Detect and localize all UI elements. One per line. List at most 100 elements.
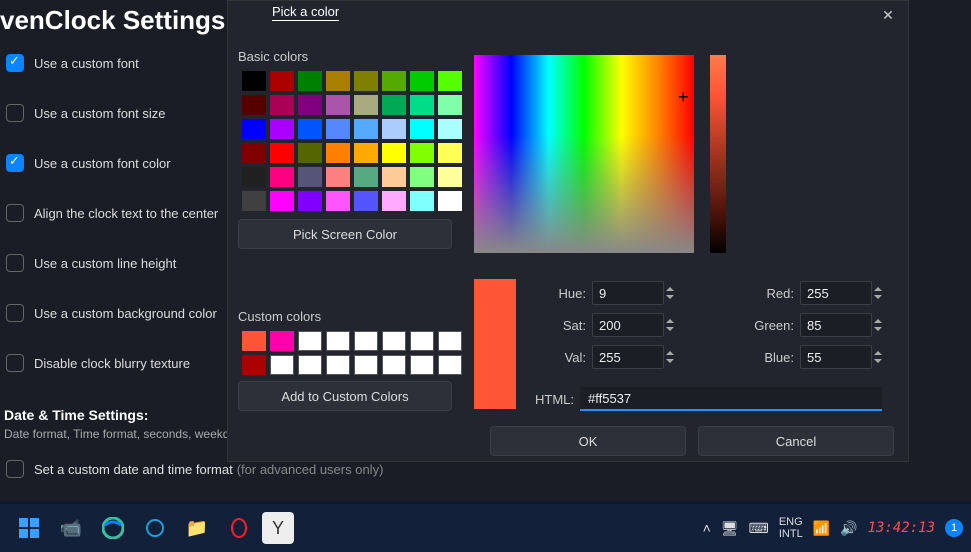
color-swatch[interactable] bbox=[298, 143, 322, 163]
custom-swatch[interactable] bbox=[382, 331, 406, 351]
color-swatch[interactable] bbox=[242, 167, 266, 187]
color-swatch[interactable] bbox=[242, 191, 266, 211]
color-swatch[interactable] bbox=[242, 95, 266, 115]
hue-spinner[interactable] bbox=[666, 281, 680, 305]
color-swatch[interactable] bbox=[438, 143, 462, 163]
sat-spinner[interactable] bbox=[666, 313, 680, 337]
color-swatch[interactable] bbox=[270, 167, 294, 187]
html-input[interactable] bbox=[580, 387, 882, 411]
color-swatch[interactable] bbox=[382, 119, 406, 139]
custom-swatch[interactable] bbox=[270, 355, 294, 375]
clock-display[interactable]: 13:42:13 bbox=[868, 520, 935, 536]
color-swatch[interactable] bbox=[410, 119, 434, 139]
custom-swatch[interactable] bbox=[354, 331, 378, 351]
val-input[interactable] bbox=[592, 345, 664, 369]
color-swatch[interactable] bbox=[382, 95, 406, 115]
color-swatch[interactable] bbox=[298, 71, 322, 91]
color-swatch[interactable] bbox=[326, 191, 350, 211]
color-swatch[interactable] bbox=[326, 143, 350, 163]
tray-chevron-icon[interactable]: ˄ bbox=[703, 520, 711, 536]
custom-swatch[interactable] bbox=[270, 331, 294, 351]
close-button[interactable]: ✕ bbox=[868, 1, 908, 29]
option-checkbox[interactable] bbox=[6, 104, 24, 122]
custom-swatch[interactable] bbox=[410, 331, 434, 351]
option-checkbox[interactable] bbox=[6, 254, 24, 272]
saturation-value-picker[interactable]: + bbox=[474, 55, 694, 253]
color-swatch[interactable] bbox=[410, 191, 434, 211]
add-to-custom-button[interactable]: Add to Custom Colors bbox=[238, 381, 452, 411]
red-spinner[interactable] bbox=[874, 281, 888, 305]
color-swatch[interactable] bbox=[354, 191, 378, 211]
color-swatch[interactable] bbox=[354, 95, 378, 115]
notification-badge[interactable]: 1 bbox=[945, 519, 963, 537]
keyboard-icon[interactable]: ⌨ bbox=[749, 520, 769, 537]
color-swatch[interactable] bbox=[382, 167, 406, 187]
hue-input[interactable] bbox=[592, 281, 664, 305]
color-swatch[interactable] bbox=[242, 119, 266, 139]
green-spinner[interactable] bbox=[874, 313, 888, 337]
color-swatch[interactable] bbox=[270, 191, 294, 211]
val-spinner[interactable] bbox=[666, 345, 680, 369]
color-swatch[interactable] bbox=[382, 143, 406, 163]
red-input[interactable] bbox=[800, 281, 872, 305]
pick-screen-color-button[interactable]: Pick Screen Color bbox=[238, 219, 452, 249]
option-checkbox[interactable] bbox=[6, 204, 24, 222]
color-swatch[interactable] bbox=[270, 95, 294, 115]
volume-icon[interactable]: 🔊 bbox=[840, 520, 857, 537]
custom-swatch[interactable] bbox=[242, 331, 266, 351]
color-swatch[interactable] bbox=[326, 119, 350, 139]
custom-swatch[interactable] bbox=[298, 355, 322, 375]
custom-swatch[interactable] bbox=[410, 355, 434, 375]
option-checkbox[interactable] bbox=[6, 54, 24, 72]
drive-icon[interactable]: 🖥 bbox=[721, 520, 739, 537]
color-swatch[interactable] bbox=[354, 71, 378, 91]
color-swatch[interactable] bbox=[326, 95, 350, 115]
option-checkbox[interactable] bbox=[6, 354, 24, 372]
color-swatch[interactable] bbox=[438, 191, 462, 211]
custom-swatch[interactable] bbox=[438, 331, 462, 351]
color-swatch[interactable] bbox=[298, 167, 322, 187]
color-swatch[interactable] bbox=[438, 119, 462, 139]
color-swatch[interactable] bbox=[354, 167, 378, 187]
custom-swatch[interactable] bbox=[382, 355, 406, 375]
color-swatch[interactable] bbox=[326, 167, 350, 187]
color-swatch[interactable] bbox=[410, 71, 434, 91]
app-icon[interactable]: Y bbox=[262, 512, 294, 544]
blue-spinner[interactable] bbox=[874, 345, 888, 369]
color-swatch[interactable] bbox=[410, 143, 434, 163]
color-swatch[interactable] bbox=[410, 95, 434, 115]
color-swatch[interactable] bbox=[326, 71, 350, 91]
ok-button[interactable]: OK bbox=[490, 426, 686, 456]
custom-swatch[interactable] bbox=[438, 355, 462, 375]
color-swatch[interactable] bbox=[382, 71, 406, 91]
color-swatch[interactable] bbox=[270, 119, 294, 139]
advanced-checkbox[interactable] bbox=[6, 460, 24, 478]
color-swatch[interactable] bbox=[438, 167, 462, 187]
color-swatch[interactable] bbox=[354, 119, 378, 139]
start-button[interactable] bbox=[10, 509, 48, 547]
opera-icon[interactable] bbox=[220, 509, 258, 547]
color-swatch[interactable] bbox=[242, 71, 266, 91]
custom-swatch[interactable] bbox=[326, 355, 350, 375]
color-swatch[interactable] bbox=[410, 167, 434, 187]
color-swatch[interactable] bbox=[270, 143, 294, 163]
custom-swatch[interactable] bbox=[298, 331, 322, 351]
color-swatch[interactable] bbox=[438, 95, 462, 115]
color-swatch[interactable] bbox=[298, 95, 322, 115]
blue-input[interactable] bbox=[800, 345, 872, 369]
color-swatch[interactable] bbox=[382, 191, 406, 211]
explorer-icon[interactable]: 📁 bbox=[178, 509, 216, 547]
cortana-icon[interactable] bbox=[136, 509, 174, 547]
color-swatch[interactable] bbox=[438, 71, 462, 91]
color-swatch[interactable] bbox=[298, 191, 322, 211]
color-swatch[interactable] bbox=[242, 143, 266, 163]
custom-swatch[interactable] bbox=[326, 331, 350, 351]
teams-icon[interactable]: 📹 bbox=[52, 509, 90, 547]
color-swatch[interactable] bbox=[270, 71, 294, 91]
option-checkbox[interactable] bbox=[6, 154, 24, 172]
green-input[interactable] bbox=[800, 313, 872, 337]
option-checkbox[interactable] bbox=[6, 304, 24, 322]
color-swatch[interactable] bbox=[354, 143, 378, 163]
custom-swatch[interactable] bbox=[354, 355, 378, 375]
color-swatch[interactable] bbox=[298, 119, 322, 139]
